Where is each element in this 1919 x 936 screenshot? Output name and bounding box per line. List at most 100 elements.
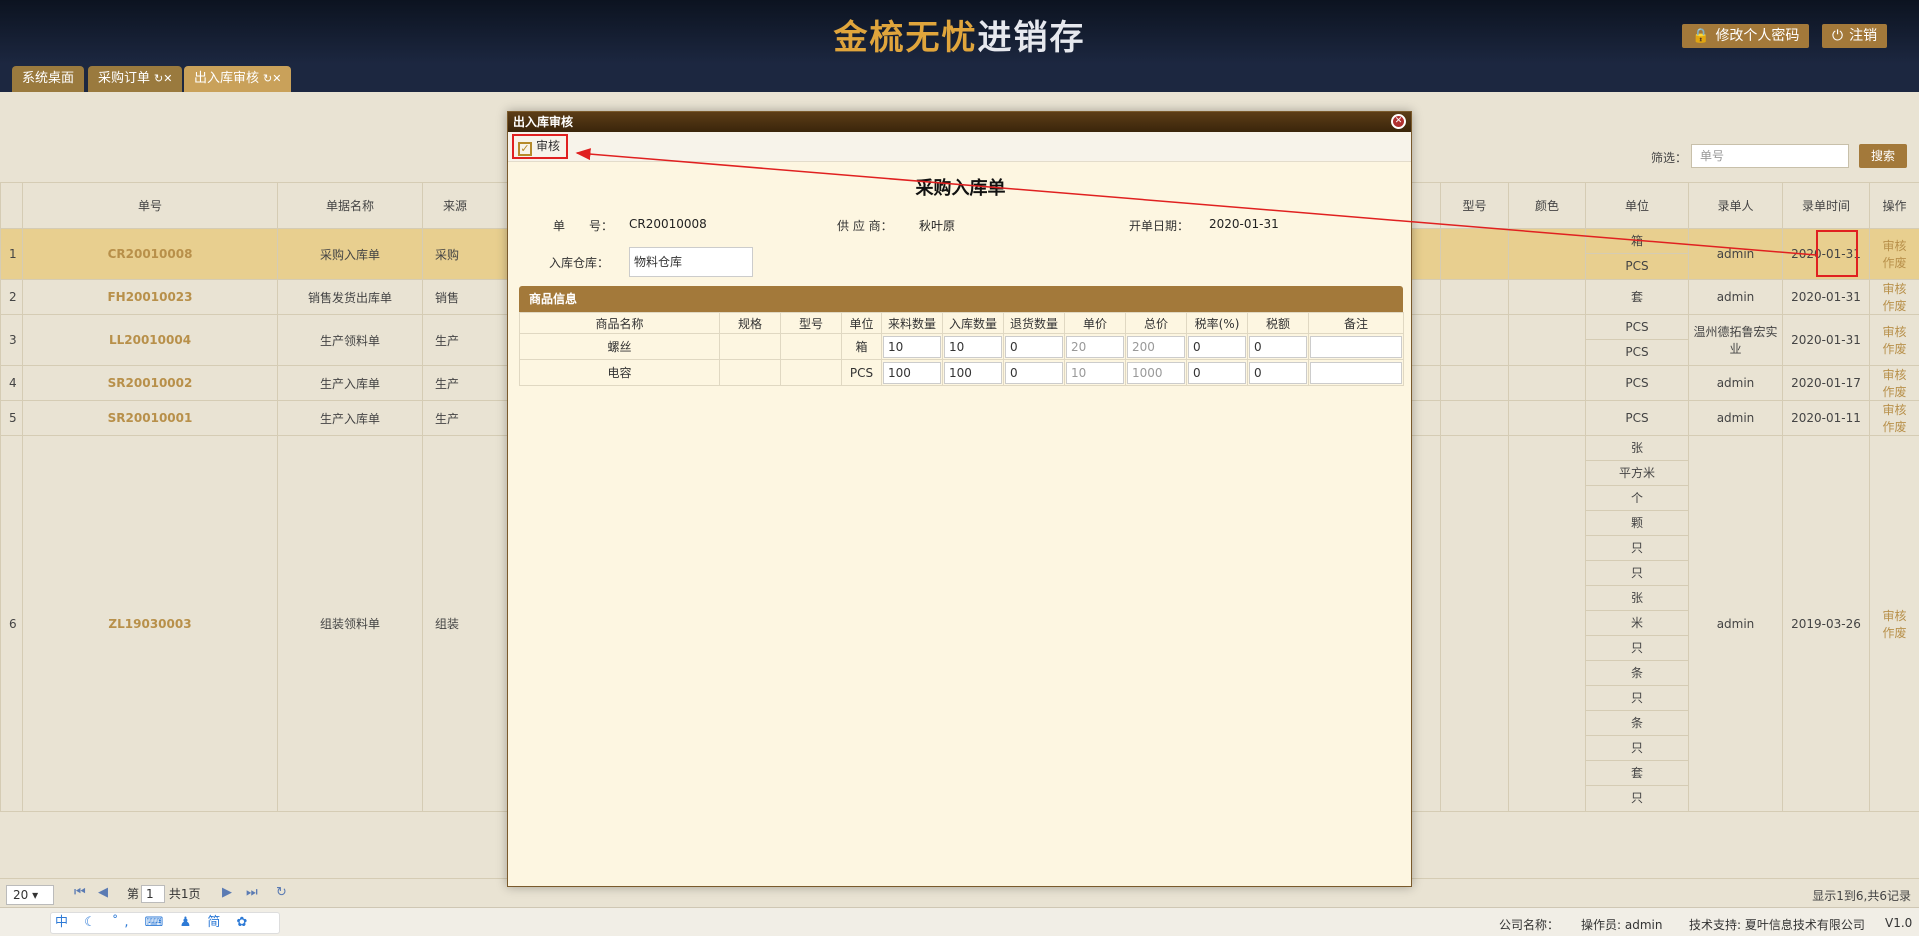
tab-purchase-order[interactable]: 采购订单 ↻✕ [88,66,183,92]
goods-note-cell [1308,333,1404,360]
goods-tax-input[interactable]: 0 [1249,361,1307,384]
goods-stock_qty-input[interactable]: 100 [944,361,1002,384]
doc-name-cell: 销售发货出库单 [277,279,423,315]
audit-link[interactable]: 审核 [1882,325,1906,339]
ops-cell: 审核作废 [1869,314,1919,366]
page-size-value: 20 [13,888,29,902]
model-cell [1440,279,1509,315]
void-link[interactable]: 作废 [1882,256,1906,270]
next-page-icon[interactable]: ▶ [222,885,232,900]
void-link[interactable]: 作废 [1882,342,1906,356]
goods-unit-cell: PCS [841,359,882,386]
tab-desktop[interactable]: 系统桌面 [12,66,85,92]
refresh-close-icon[interactable]: ↻✕ [154,72,172,85]
col-doc-name[interactable]: 单据名称 [277,182,423,229]
goods-col-header: 规格 [719,312,781,334]
ops-cell: 审核作废 [1869,279,1919,315]
void-link[interactable]: 作废 [1882,299,1906,313]
tab-label: 系统桌面 [22,71,75,86]
audit-button[interactable]: ✓ 审核 [512,134,568,159]
page-prefix: 第 [127,887,140,901]
goods-in_qty-input[interactable]: 100 [883,361,941,384]
goods-col-header: 退货数量 [1003,312,1065,334]
row-index: 5 [0,400,23,436]
goods-row[interactable]: 电容 PCS 100 100 0 10 1000 0 0 [519,359,1404,386]
order-no-cell: FH20010023 [22,279,278,315]
goods-total-input[interactable]: 1000 [1127,361,1185,384]
tab-label: 采购订单 [98,71,151,86]
goods-stock_qty-cell: 10 [942,333,1004,360]
col-model[interactable]: 型号 [1440,182,1509,229]
goods-return_qty-input[interactable]: 0 [1005,361,1063,384]
goods-stock_qty-input[interactable]: 10 [944,335,1002,358]
audit-link[interactable]: 审核 [1882,609,1906,623]
void-link[interactable]: 作废 [1882,385,1906,399]
ime-toolbar[interactable]: 中 ☾ ˚, ⌨ ♟ 简 ✿ ⚙ [50,912,280,936]
audit-link[interactable]: 审核 [1882,403,1906,417]
page-input[interactable]: 1 [141,885,166,903]
void-link[interactable]: 作废 [1882,420,1906,434]
warehouse-input[interactable]: 物料仓库 [629,247,753,277]
audit-link[interactable]: 审核 [1882,282,1906,296]
refresh-close-icon[interactable]: ↻✕ [263,72,281,85]
goods-row[interactable]: 螺丝箱 10 10 0 20 200 0 0 [519,333,1404,360]
goods-return_qty-input[interactable]: 0 [1005,335,1063,358]
change-password-button[interactable]: 🔒 修改个人密码 [1682,24,1810,48]
goods-table: 商品名称 规格 型号 单位 来料数量 入库数量 退货数量 单价 总价 税率(%) 税额 备注 螺丝箱 1… [519,312,1404,386]
close-icon[interactable]: ✕ [1391,114,1406,129]
goods-name-cell: 电容 [519,359,720,386]
goods-name-cell: 螺丝 [519,333,720,360]
ops-cell: 审核作废 [1869,365,1919,401]
goods-price-input[interactable]: 10 [1066,361,1124,384]
goods-tax-input[interactable]: 0 [1249,335,1307,358]
goods-tax-cell: 0 [1247,359,1309,386]
void-link[interactable]: 作废 [1882,626,1906,640]
page-size-select[interactable]: 20 ▾ [6,885,54,905]
model-cell [1440,435,1509,812]
unit-value: 只 [1586,736,1688,761]
col-color[interactable]: 颜色 [1508,182,1586,229]
goods-note-input[interactable] [1310,335,1402,358]
search-input[interactable]: 单号 [1691,144,1849,168]
goods-price-input[interactable]: 20 [1066,335,1124,358]
logout-button[interactable]: ⏻ 注销 [1822,24,1888,48]
unit-value: PCS [1625,259,1649,273]
row-index: 1 [0,228,23,280]
goods-note-input[interactable] [1310,361,1402,384]
page-number: 第1 共1页 [127,885,200,903]
goods-in_qty-input[interactable]: 10 [883,335,941,358]
audit-link[interactable]: 审核 [1882,239,1906,253]
col-unit[interactable]: 单位 [1585,182,1689,229]
user-cell: admin [1688,400,1783,436]
unit-value: 只 [1586,686,1688,711]
unit-value: 只 [1586,561,1688,586]
audit-label: 审核 [536,139,561,153]
search-button[interactable]: 搜索 [1859,144,1907,168]
refresh-icon[interactable]: ↻ [276,885,287,900]
prev-page-icon[interactable]: ◀ [98,885,108,900]
dialog-toolbar: ✓ 审核 [508,132,1411,162]
goods-tax_rate-input[interactable]: 0 [1188,361,1246,384]
goods-total-input[interactable]: 200 [1127,335,1185,358]
audit-link[interactable]: 审核 [1882,368,1906,382]
page-total: 共1页 [168,887,201,901]
tab-stock-audit[interactable]: 出入库审核 ↻✕ [184,66,292,92]
col-date[interactable]: 录单时间 [1782,182,1870,229]
goods-tax-cell: 0 [1247,333,1309,360]
goods-return_qty-cell: 0 [1003,359,1065,386]
col-order-no[interactable]: 单号 [22,182,278,229]
goods-col-header: 税率(%) [1186,312,1248,334]
date-cell: 2020-01-31 [1782,314,1870,366]
first-page-icon[interactable]: ⏮ [74,885,86,900]
col-user[interactable]: 录单人 [1688,182,1783,229]
goods-tax_rate-input[interactable]: 0 [1188,335,1246,358]
support-label: 技术支持: 夏叶信息技术有限公司 [1689,918,1865,932]
order-no-cell: SR20010001 [22,400,278,436]
row-index: 6 [0,435,23,812]
audit-dialog: 出入库审核 ✕ ✓ 审核 采购入库单 单 号： CR20010008 供 应 商：… [507,111,1412,887]
goods-col-header: 入库数量 [942,312,1004,334]
date-cell: 2020-01-17 [1782,365,1870,401]
unit-value: 只 [1586,536,1688,561]
unit-value: 米 [1586,611,1688,636]
last-page-icon[interactable]: ⏭ [246,885,258,900]
